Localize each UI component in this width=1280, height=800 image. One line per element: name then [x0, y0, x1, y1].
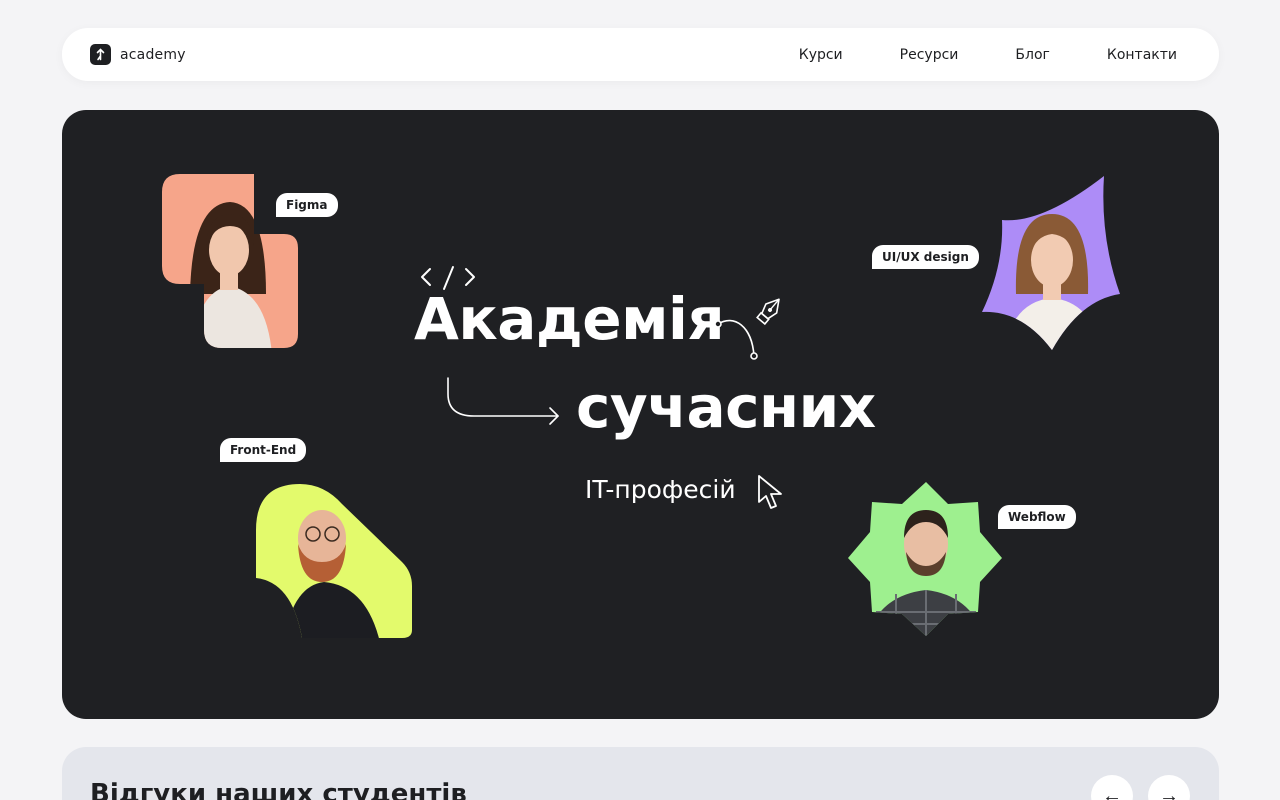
reviews-prev-button[interactable]: ← [1091, 775, 1133, 800]
curved-arrow-icon [447, 377, 559, 425]
hero-title-line-1: Академія [414, 285, 725, 353]
portrait-woman-smiling-icon [982, 176, 1120, 350]
portrait-man-plaid-icon [848, 482, 1002, 636]
tag-webflow: Webflow [998, 505, 1076, 529]
logo-mark-icon [90, 44, 111, 65]
reviews-section: Відгуки наших студентів ← → [62, 747, 1219, 800]
uiux-student-card[interactable] [982, 174, 1122, 352]
logo[interactable]: academy [90, 44, 186, 65]
frontend-student-card[interactable] [252, 482, 412, 640]
nav-link-contacts[interactable]: Контакти [1107, 47, 1177, 63]
arrow-left-icon: ← [1102, 784, 1122, 800]
main-menu: Курси Ресурси Блог Контакти [799, 47, 1177, 63]
tag-uiux-design: UI/UX design [872, 245, 979, 269]
cursor-icon [758, 475, 782, 509]
portrait-man-bearded-icon [256, 484, 412, 638]
tag-figma: Figma [276, 193, 338, 217]
hero-section: Академія сучасних IT-професій Figma UI/U… [62, 110, 1219, 719]
hero-title-line-2: сучасних [576, 373, 876, 441]
webflow-student-card[interactable] [848, 482, 1004, 638]
hero-subtitle: IT-професій [585, 475, 736, 504]
nav-link-resources[interactable]: Ресурси [900, 47, 959, 63]
pen-tool-icon [714, 298, 780, 360]
logo-text: academy [120, 46, 186, 63]
reviews-next-button[interactable]: → [1148, 775, 1190, 800]
reviews-title: Відгуки наших студентів [90, 779, 467, 800]
top-navigation: academy Курси Ресурси Блог Контакти [62, 28, 1219, 81]
arrow-right-icon: → [1159, 784, 1179, 800]
tag-front-end: Front-End [220, 438, 307, 462]
nav-link-blog[interactable]: Блог [1015, 47, 1049, 63]
nav-link-courses[interactable]: Курси [799, 47, 843, 63]
